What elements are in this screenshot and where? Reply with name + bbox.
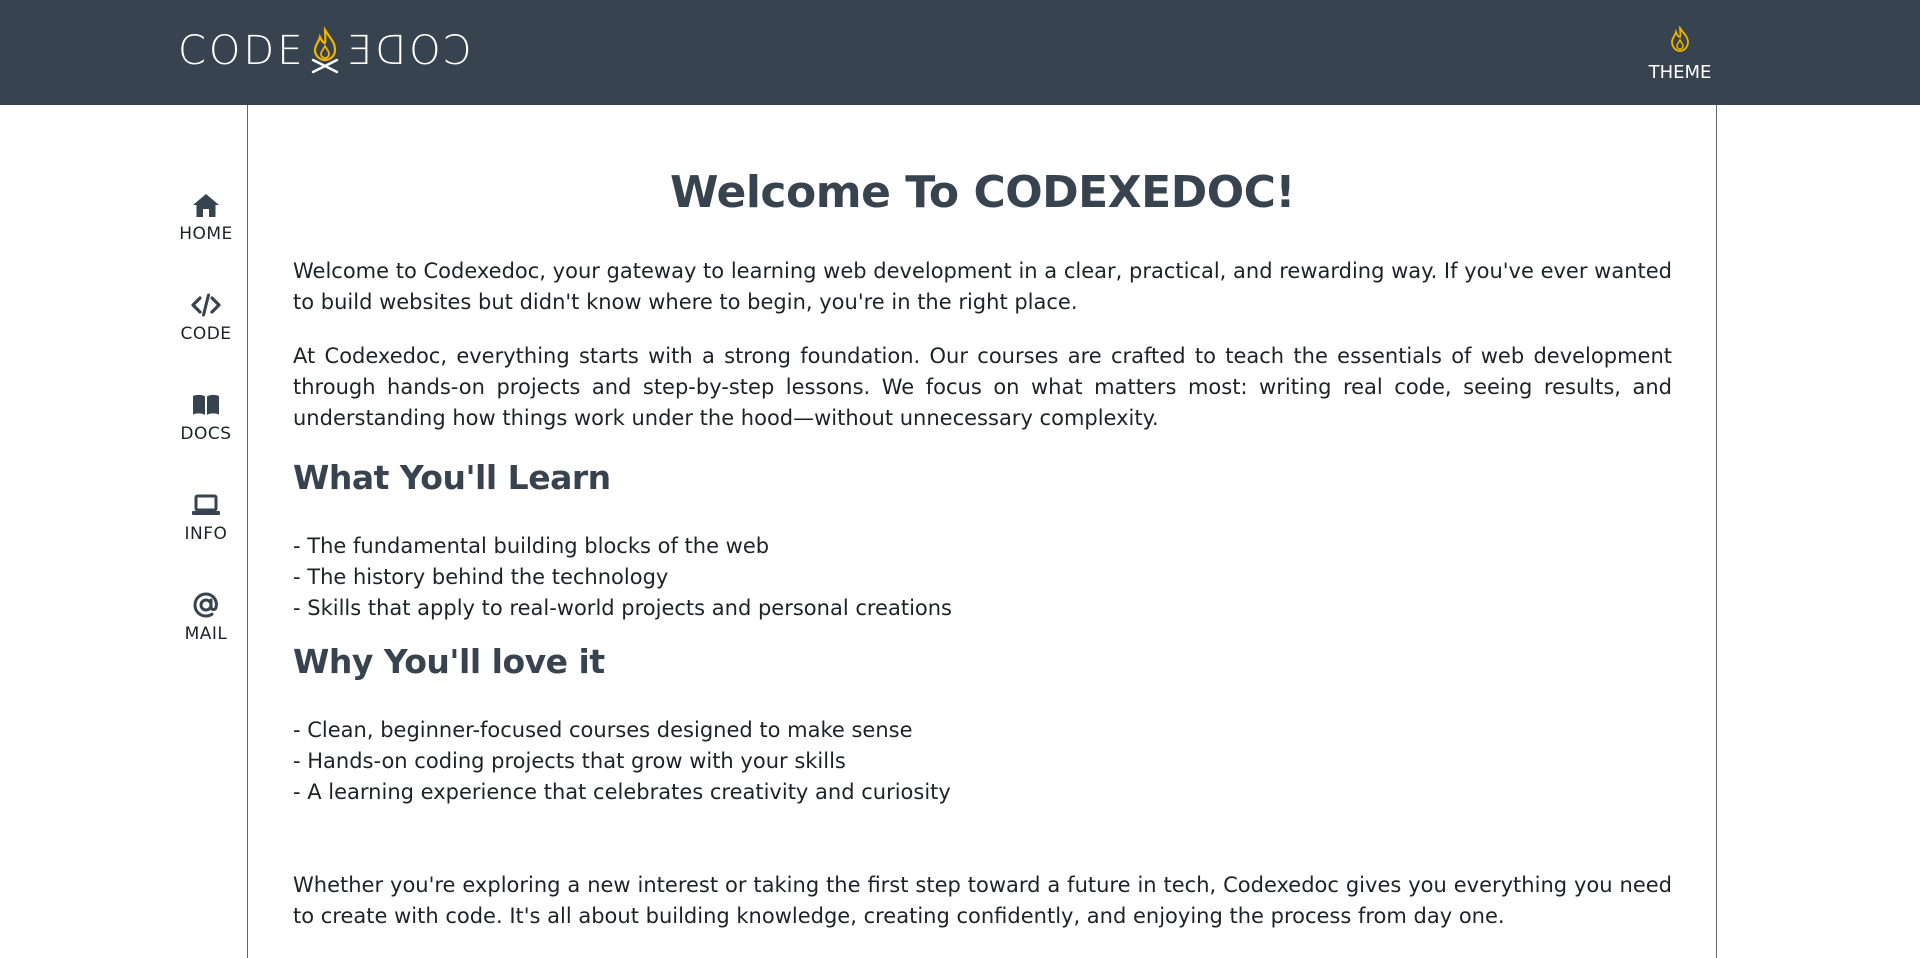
main-content: Welcome To CODEXEDOC! Welcome to Codexed… — [247, 105, 1717, 958]
logo-flame-icon — [308, 26, 342, 76]
closing-paragraph: Whether you're exploring a new interest … — [293, 873, 1672, 928]
sidebar-item-info[interactable]: INFO — [163, 490, 249, 590]
list-item: - The history behind the technology — [293, 565, 669, 589]
at-icon — [191, 590, 221, 620]
sidebar-item-label: CODE — [180, 324, 232, 344]
foundation-paragraph: At Codexedoc, everything starts with a s… — [293, 344, 1672, 430]
top-bar: CODE CODE THEME — [0, 0, 1920, 105]
love-heading: Why You'll love it — [293, 642, 605, 681]
theme-label: THEME — [1648, 62, 1712, 83]
learn-heading: What You'll Learn — [293, 458, 611, 497]
sidebar-item-mail[interactable]: MAIL — [163, 590, 249, 690]
code-icon — [191, 290, 221, 320]
learn-list: - The fundamental building blocks of the… — [293, 531, 952, 624]
logo-text-mirrored: CODE — [343, 28, 472, 74]
flame-icon — [1669, 25, 1691, 58]
sidebar-item-label: MAIL — [184, 624, 228, 644]
book-icon — [191, 390, 221, 420]
list-item: - Skills that apply to real-world projec… — [293, 596, 952, 620]
site-logo[interactable]: CODE CODE — [178, 26, 471, 76]
page-title: Welcome To CODEXEDOC! — [670, 167, 1295, 218]
list-item: - A learning experience that celebrates … — [293, 780, 951, 804]
list-item: - Hands-on coding projects that grow wit… — [293, 749, 846, 773]
sidebar-item-label: INFO — [184, 524, 228, 544]
sidebar-item-label: HOME — [179, 224, 233, 244]
sidebar-nav: HOME CODE DOCS INFO MAIL — [163, 190, 249, 690]
intro-paragraph: Welcome to Codexedoc, your gateway to le… — [293, 259, 1672, 314]
sidebar-item-code[interactable]: CODE — [163, 290, 249, 390]
sidebar-item-home[interactable]: HOME — [163, 190, 249, 290]
sidebar-item-docs[interactable]: DOCS — [163, 390, 249, 490]
list-item: - The fundamental building blocks of the… — [293, 534, 770, 558]
laptop-icon — [191, 490, 221, 520]
sidebar-item-label: DOCS — [180, 424, 232, 444]
home-icon — [191, 190, 221, 220]
logo-text-left: CODE — [178, 28, 306, 74]
theme-toggle[interactable]: THEME — [1648, 25, 1712, 83]
love-list: - Clean, beginner-focused courses design… — [293, 715, 951, 808]
list-item: - Clean, beginner-focused courses design… — [293, 718, 913, 742]
